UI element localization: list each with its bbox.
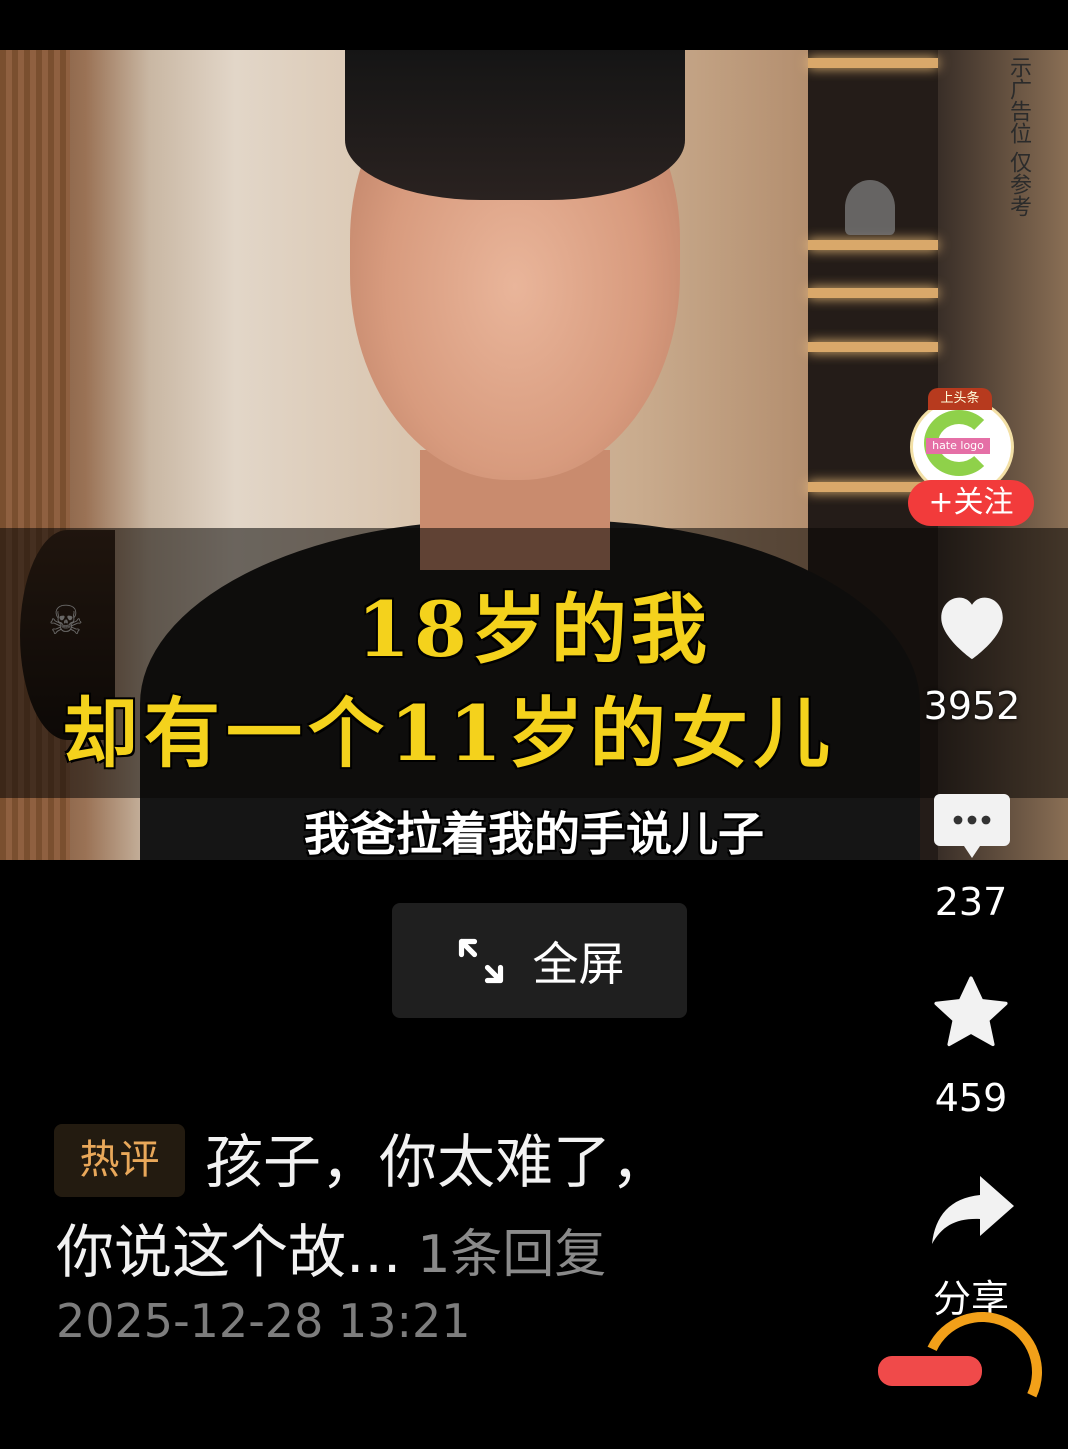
hot-comment-text-line2: 你说这个故...	[56, 1218, 402, 1286]
video-subtitle: 我爸拉着我的手说儿子	[304, 807, 764, 861]
ad-watermark: 示广告位 仅参考	[1006, 56, 1031, 217]
avatar-banner: 上头条	[928, 388, 992, 410]
like-count: 3952	[923, 684, 1021, 728]
person-hair	[345, 50, 685, 200]
video-caption-line1: 18岁的我	[357, 585, 711, 674]
hot-comment-tag: 热评	[54, 1124, 185, 1197]
hot-comment-text-line1[interactable]: 孩子，你太难了，	[205, 1124, 669, 1200]
expand-icon	[458, 938, 503, 983]
author-avatar[interactable]: 上头条 hate logo	[904, 388, 1016, 496]
like-count-wrap: 3952	[917, 684, 1027, 728]
fullscreen-label: 全屏	[532, 936, 625, 991]
share-icon[interactable]	[928, 1172, 1016, 1248]
bottom-red-button[interactable]	[878, 1356, 982, 1386]
favorite-count: 459	[934, 1076, 1008, 1120]
video-caption-line2: 却有一个11岁的女儿	[62, 689, 836, 778]
star-icon[interactable]	[928, 972, 1014, 1054]
comment-icon[interactable]	[932, 790, 1012, 860]
reply-count-link[interactable]: 1条回复	[417, 1225, 606, 1285]
heart-icon[interactable]	[931, 585, 1013, 665]
shelf-ornament	[845, 180, 895, 235]
fullscreen-button[interactable]: 全屏	[392, 903, 687, 1018]
avatar-tag: hate logo	[926, 438, 990, 454]
hot-comment-text-line2-wrap[interactable]: 你说这个故... 1条回复	[56, 1216, 606, 1291]
follow-button[interactable]: +关注	[908, 480, 1034, 526]
comment-timestamp: 2025-12-28 13:21	[56, 1294, 471, 1348]
comment-count: 237	[934, 880, 1008, 924]
